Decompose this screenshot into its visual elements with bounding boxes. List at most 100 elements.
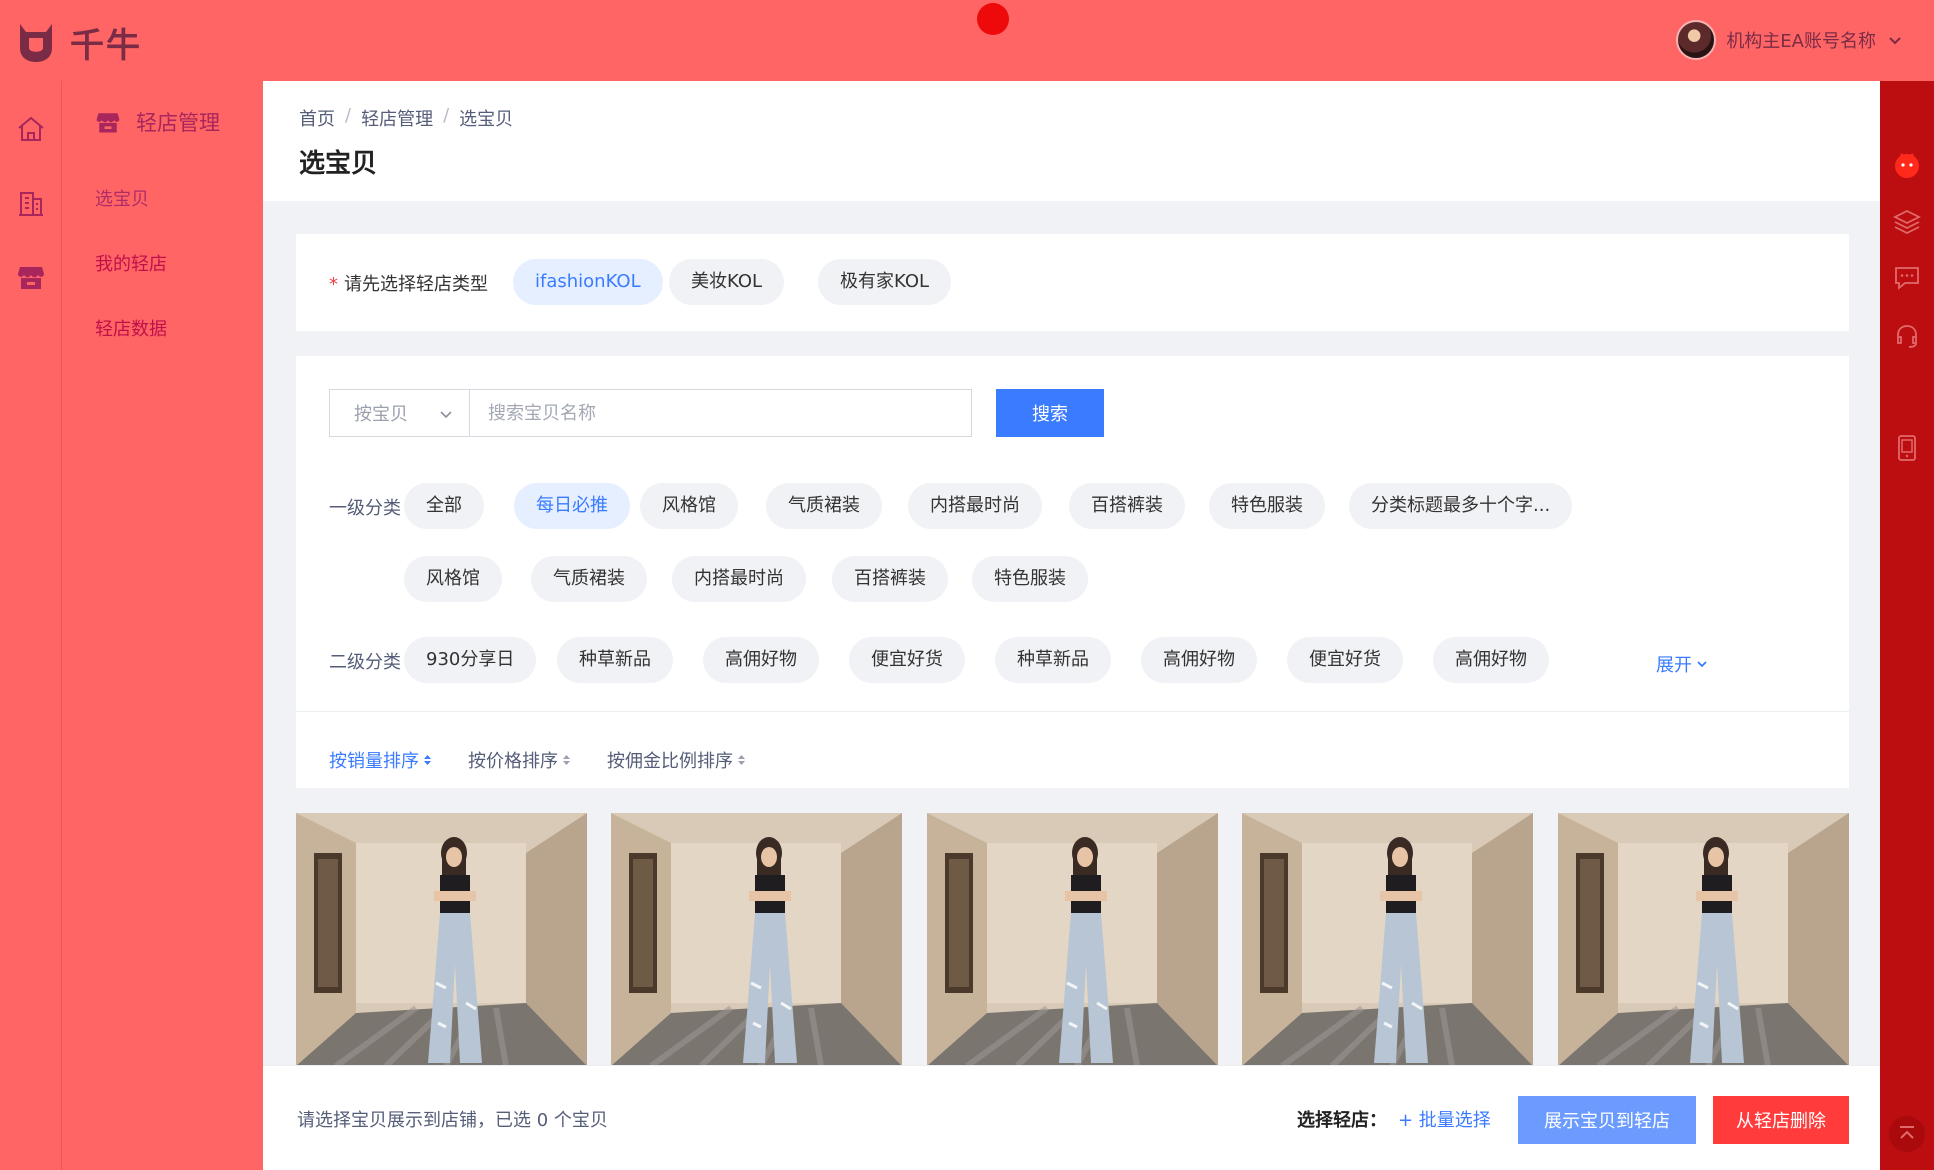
product-card[interactable]	[1242, 813, 1533, 1066]
show-in-shop-button[interactable]: 展示宝贝到轻店	[1518, 1096, 1696, 1144]
sort-caret-icon	[738, 755, 745, 765]
message-icon[interactable]	[1892, 263, 1922, 293]
mascot-icon[interactable]	[1892, 149, 1922, 179]
subnav-title-text: 轻店管理	[136, 111, 220, 135]
category1-item[interactable]: 百搭裤装	[832, 556, 948, 602]
top-header: 千牛 机构主EA账号名称	[0, 0, 1934, 81]
category2-item[interactable]: 高佣好物	[1141, 637, 1257, 683]
product-photo	[1558, 813, 1849, 1066]
sort-by-price-label: 按价格排序	[468, 751, 558, 772]
right-tool-rail	[1880, 81, 1934, 1170]
sort-by-commission[interactable]: 按佣金比例排序	[607, 747, 746, 773]
required-mark: *	[329, 274, 338, 295]
app-name: 千牛	[70, 26, 142, 66]
building-icon[interactable]	[15, 187, 47, 219]
category1-item[interactable]: 风格馆	[404, 556, 502, 602]
category2-item[interactable]: 930分享日	[404, 637, 537, 683]
product-card[interactable]	[927, 813, 1218, 1066]
search-type-value: 按宝贝	[354, 404, 408, 425]
shop-type-option-beauty[interactable]: 美妆KOL	[669, 259, 785, 305]
shop-type-label: * 请先选择轻店类型	[329, 270, 488, 296]
category1-item[interactable]: 全部	[404, 483, 484, 529]
category1-item[interactable]: 气质裙装	[531, 556, 647, 602]
category1-item[interactable]: 特色服装	[972, 556, 1088, 602]
category2-item[interactable]: 种草新品	[557, 637, 673, 683]
category2-item[interactable]: 高佣好物	[703, 637, 819, 683]
breadcrumb-shop-management[interactable]: 轻店管理	[361, 105, 433, 131]
category2-item[interactable]: 高佣好物	[1433, 637, 1549, 683]
shop-icon[interactable]	[15, 261, 47, 293]
remove-from-shop-button[interactable]: 从轻店删除	[1713, 1096, 1849, 1144]
category1-item[interactable]: 百搭裤装	[1069, 483, 1185, 529]
phone-icon[interactable]	[1892, 433, 1922, 463]
category1-item[interactable]: 分类标题最多十个字...	[1349, 483, 1573, 529]
product-card[interactable]	[1558, 813, 1849, 1066]
select-shop-label: 选择轻店：	[1297, 1110, 1387, 1131]
shop-type-card: * 请先选择轻店类型 ifashionKOL 美妆KOL 极有家KOL	[296, 234, 1849, 331]
app-logo[interactable]: 千牛	[16, 18, 142, 67]
chevron-down-icon	[1697, 661, 1707, 668]
chevron-down-icon	[1889, 37, 1901, 45]
breadcrumb-separator: /	[443, 105, 450, 126]
category1-item[interactable]: 风格馆	[640, 483, 738, 529]
search-input[interactable]	[469, 389, 972, 437]
product-card[interactable]	[611, 813, 902, 1066]
category2-item[interactable]: 种草新品	[995, 637, 1111, 683]
filter-card: 按宝贝 搜索 一级分类 全部 每日必推 风格馆 气质裙装 内搭最时尚 百搭裤装 …	[296, 356, 1849, 788]
shop-type-label-text: 请先选择轻店类型	[344, 274, 488, 295]
layers-icon[interactable]	[1892, 207, 1922, 237]
sort-caret-icon	[424, 755, 431, 765]
sidebar-item-shop-data[interactable]: 轻店数据	[95, 315, 167, 341]
product-card[interactable]	[296, 813, 587, 1066]
breadcrumb: 首页 / 轻店管理 / 选宝贝	[299, 105, 513, 131]
back-to-top-button[interactable]	[1889, 1116, 1925, 1152]
product-photo	[296, 813, 587, 1066]
back-to-top-icon	[1900, 1126, 1914, 1139]
sort-by-price[interactable]: 按价格排序	[468, 747, 571, 773]
product-photo	[611, 813, 902, 1066]
sort-by-sales-label: 按销量排序	[329, 751, 419, 772]
sort-by-sales[interactable]: 按销量排序	[329, 747, 432, 773]
chevron-down-icon	[440, 411, 452, 419]
selection-status: 请选择宝贝展示到店铺，已选 0 个宝贝	[297, 1110, 608, 1131]
search-type-select[interactable]: 按宝贝	[329, 389, 470, 437]
headset-icon[interactable]	[1892, 321, 1922, 351]
account-name: 机构主EA账号名称	[1726, 31, 1876, 52]
main-content: 首页 / 轻店管理 / 选宝贝 选宝贝 * 请先选择轻店类型 ifashionKO…	[263, 81, 1880, 1170]
category1-item[interactable]: 特色服装	[1209, 483, 1325, 529]
account-menu[interactable]: 机构主EA账号名称	[1676, 20, 1904, 60]
expand-label: 展开	[1656, 655, 1692, 676]
page-title: 选宝贝	[299, 149, 378, 179]
sub-sidebar: 轻店管理 选宝贝 我的轻店 轻店数据	[62, 81, 263, 1170]
page-header: 首页 / 轻店管理 / 选宝贝 选宝贝	[263, 81, 1880, 201]
sort-caret-icon	[563, 755, 570, 765]
breadcrumb-separator: /	[345, 105, 352, 126]
shop-type-option-home[interactable]: 极有家KOL	[818, 259, 952, 305]
breadcrumb-home[interactable]: 首页	[299, 105, 335, 131]
expand-button[interactable]: 展开	[1656, 651, 1708, 677]
bottom-action-bar: 请选择宝贝展示到店铺，已选 0 个宝贝 选择轻店： + 批量选择 展示宝贝到轻店…	[263, 1065, 1880, 1170]
category1-item[interactable]: 内搭最时尚	[908, 483, 1042, 529]
qianniu-logo-icon	[20, 23, 52, 62]
shop-icon	[96, 113, 120, 133]
subnav-title: 轻店管理	[94, 107, 220, 137]
product-photo	[927, 813, 1218, 1066]
breadcrumb-current: 选宝贝	[459, 109, 514, 130]
divider	[296, 711, 1849, 712]
category1-item-selected[interactable]: 每日必推	[514, 483, 630, 529]
category1-label: 一级分类	[329, 498, 401, 519]
category1-item[interactable]: 气质裙装	[766, 483, 882, 529]
category2-label: 二级分类	[329, 652, 401, 673]
icon-rail	[0, 81, 62, 1170]
category1-item[interactable]: 内搭最时尚	[672, 556, 806, 602]
avatar	[1676, 20, 1717, 60]
category2-item[interactable]: 便宜好货	[849, 637, 965, 683]
sort-by-commission-label: 按佣金比例排序	[607, 751, 733, 772]
home-icon[interactable]	[15, 113, 47, 145]
batch-select-link[interactable]: + 批量选择	[1398, 1106, 1491, 1132]
shop-type-option-ifashion[interactable]: ifashionKOL	[513, 259, 663, 305]
category2-item[interactable]: 便宜好货	[1287, 637, 1403, 683]
sidebar-item-select-products[interactable]: 选宝贝	[95, 185, 149, 211]
sidebar-item-my-shop[interactable]: 我的轻店	[95, 250, 167, 276]
search-button[interactable]: 搜索	[996, 389, 1104, 437]
